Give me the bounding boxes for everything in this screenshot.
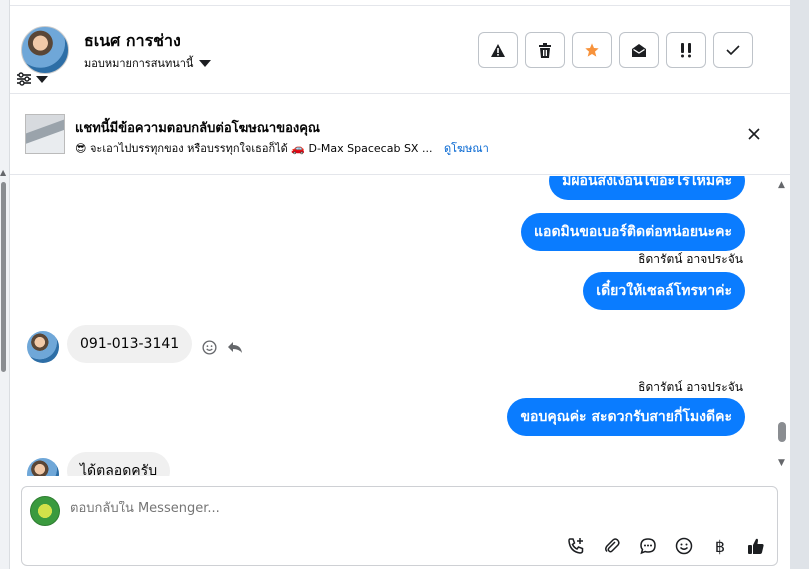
scroll-up-arrow-icon[interactable]: ▲ — [0, 168, 6, 177]
conversation-header: ธเนศ การช่าง มอบหมายการสนทนานี้ — [10, 6, 790, 94]
like-button[interactable] — [745, 535, 767, 557]
contact-avatar[interactable] — [21, 26, 69, 74]
baht-icon: ฿ — [714, 536, 726, 556]
call-button[interactable] — [565, 535, 587, 557]
sunglasses-emoji-icon: 😎 — [75, 142, 87, 155]
star-icon — [585, 43, 599, 57]
contact-name[interactable]: ธเนศ การช่าง — [84, 29, 181, 54]
saved-replies-button[interactable] — [637, 535, 659, 557]
message-outgoing[interactable]: มีผ่อนส่งเงื่อนไขอะไรไหมคะ — [549, 176, 745, 200]
composer-toolbar: ฿ — [565, 535, 767, 557]
assign-conversation-dropdown[interactable]: มอบหมายการสนทนานี้ — [84, 54, 212, 72]
scroll-down-icon[interactable]: ▼ — [778, 458, 785, 468]
sender-name: ธิดารัตน์ อาจประจัน — [638, 252, 743, 266]
done-button[interactable] — [713, 32, 753, 68]
message-actions — [202, 340, 243, 355]
messenger-window: ▲ ธเนศ การช่าง มอบหมายการสนทนานี้ แชทนี้… — [0, 0, 809, 569]
reply-composer: ฿ — [21, 486, 778, 566]
message-input[interactable] — [70, 501, 670, 516]
contact-mini-avatar — [27, 331, 59, 363]
message-outgoing[interactable]: ขอบคุณค่ะ สะดวกรับสายกี่โมงดีคะ — [507, 398, 745, 436]
message-outgoing[interactable]: แอดมินขอเบอร์ติดต่อหน่อยนะคะ — [521, 213, 745, 251]
reply-icon[interactable] — [227, 341, 243, 354]
paperclip-icon — [605, 538, 620, 553]
envelope-open-icon — [632, 43, 646, 57]
close-icon — [748, 128, 760, 140]
left-scrollbar-thumb[interactable] — [1, 182, 6, 372]
message-outgoing[interactable]: เดี๋ยวให้เซลล์โทรหาค่ะ — [583, 272, 745, 310]
warning-icon — [491, 43, 505, 57]
thread-scrollbar-thumb[interactable] — [778, 422, 786, 442]
page-avatar — [30, 496, 60, 526]
chevron-down-icon — [199, 59, 212, 67]
sender-name: ธิดารัตน์ อาจประจัน — [638, 380, 743, 394]
view-ad-link[interactable]: ดูโฆษณา — [444, 142, 489, 155]
filter-chevron-down-icon — [36, 75, 48, 83]
message-incoming[interactable]: ได้ตลอดครับ — [67, 452, 171, 476]
thumbs-up-icon — [748, 538, 764, 554]
filter-control[interactable] — [16, 72, 48, 86]
left-scrollbar[interactable]: ▲ — [0, 0, 10, 569]
ad-banner-text: 😎 จะเอาไปบรรทุกของ หรือบรรทุกใจเธอก็ได้ … — [75, 139, 489, 157]
emoji-button[interactable] — [673, 535, 695, 557]
delete-button[interactable] — [525, 32, 565, 68]
trash-icon — [539, 42, 551, 58]
ad-thumbnail[interactable] — [25, 114, 65, 154]
message-thread[interactable]: มีผ่อนส่งเงื่อนไขอะไรไหมคะ แอดมินขอเบอร์… — [10, 176, 773, 476]
attach-button[interactable] — [601, 535, 623, 557]
payment-button[interactable]: ฿ — [709, 535, 731, 557]
react-emoji-icon[interactable] — [202, 340, 217, 355]
close-banner-button[interactable] — [744, 124, 764, 144]
sliders-icon — [17, 72, 31, 86]
scroll-up-icon[interactable]: ▲ — [778, 180, 785, 190]
mark-unread-button[interactable] — [619, 32, 659, 68]
chat-bubble-icon — [640, 538, 656, 555]
thread-scrollbar[interactable]: ▲ ▼ — [775, 176, 789, 476]
star-button[interactable] — [572, 32, 612, 68]
ad-banner-title: แชทนี้มีข้อความตอบกลับต่อโฆษณาของคุณ — [75, 121, 320, 136]
phone-plus-icon — [568, 538, 584, 554]
ad-description: จะเอาไปบรรทุกของ หรือบรรทุกใจเธอก็ได้ 🚗 … — [89, 142, 433, 155]
double-exclamation-icon — [681, 43, 691, 58]
message-incoming[interactable]: 091-013-3141 — [67, 325, 193, 363]
check-icon — [726, 45, 740, 56]
priority-button[interactable] — [666, 32, 706, 68]
right-panel-edge — [790, 0, 809, 569]
spam-button[interactable] — [478, 32, 518, 68]
smiley-icon — [675, 537, 693, 555]
ad-reply-banner: แชทนี้มีข้อความตอบกลับต่อโฆษณาของคุณ 😎 จ… — [10, 95, 790, 175]
contact-mini-avatar — [27, 458, 59, 476]
assign-label: มอบหมายการสนทนานี้ — [84, 57, 194, 70]
conversation-toolbar — [478, 32, 753, 68]
